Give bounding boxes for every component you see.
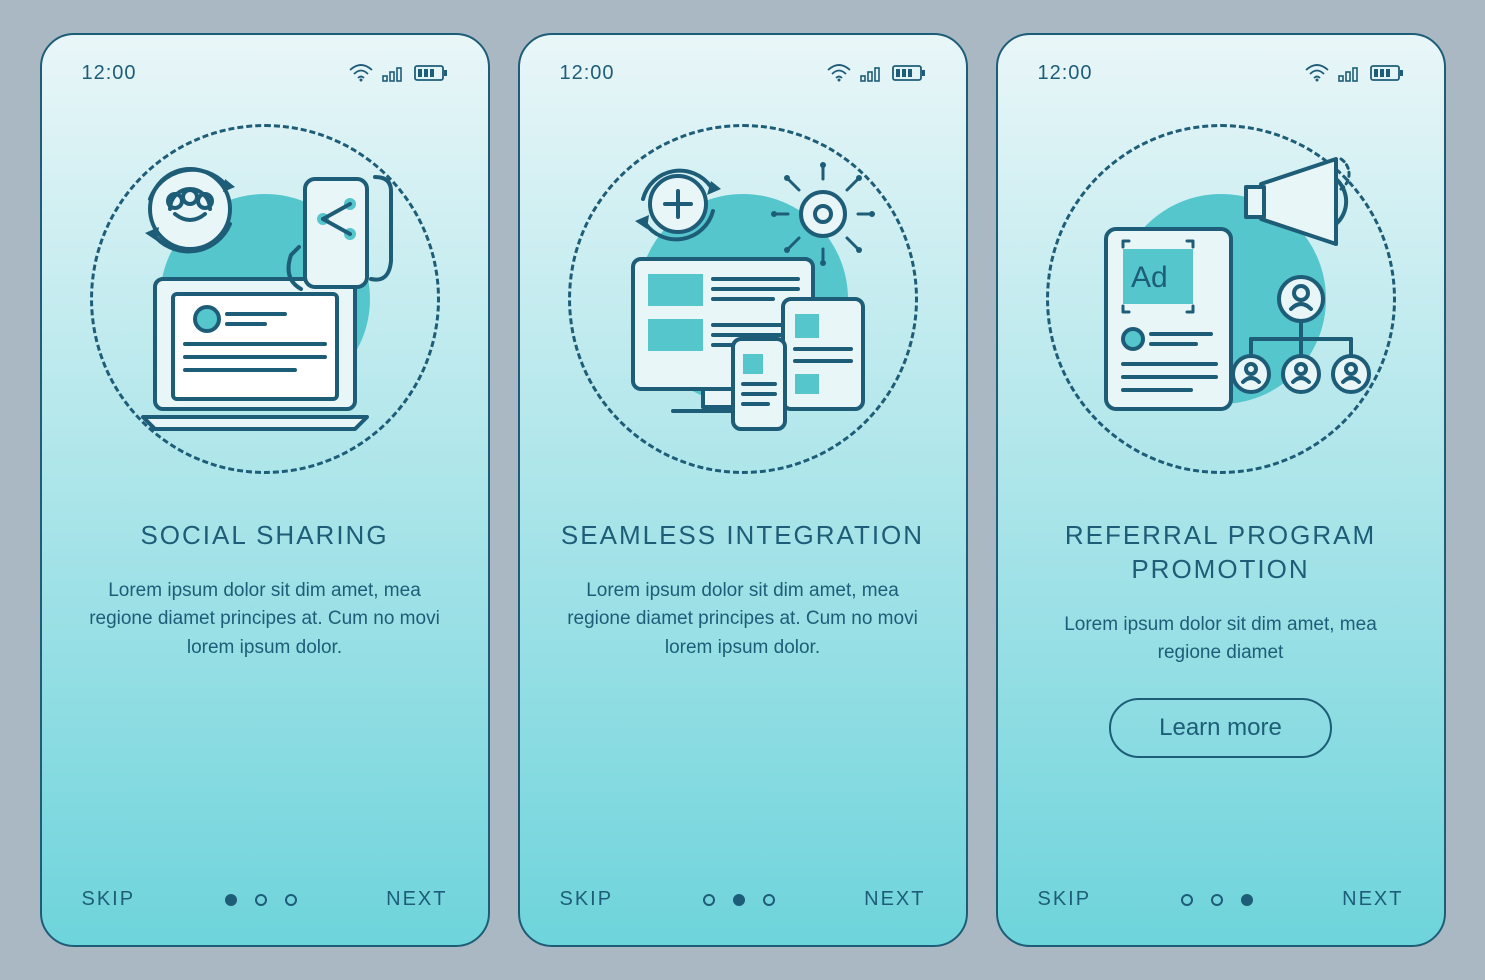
dot-3[interactable] (1241, 894, 1253, 906)
illustration-social-sharing (82, 99, 448, 499)
page-indicator (225, 894, 297, 906)
screen-footer: SKIP NEXT (82, 888, 448, 911)
screen-body: Lorem ipsum dolor sit dim amet, mea regi… (1038, 611, 1404, 668)
dot-2[interactable] (733, 894, 745, 906)
illustration-referral-promotion: Ad (1038, 99, 1404, 499)
battery-icon (1370, 64, 1404, 82)
screen-footer: SKIP NEXT (560, 888, 926, 911)
screen-body: Lorem ipsum dolor sit dim amet, mea regi… (560, 577, 926, 663)
screen-title: Referral program promotion (1038, 519, 1404, 587)
status-time: 12:00 (82, 62, 137, 85)
battery-icon (892, 64, 926, 82)
status-bar: 12:00 (1038, 59, 1404, 87)
dot-1[interactable] (1181, 894, 1193, 906)
status-bar: 12:00 (82, 59, 448, 87)
status-bar: 12:00 (560, 59, 926, 87)
signal-icon (860, 64, 884, 82)
page-indicator (1181, 894, 1253, 906)
screen-title: Seamless integration (560, 519, 926, 553)
dot-3[interactable] (763, 894, 775, 906)
page-indicator (703, 894, 775, 906)
onboarding-screen-3: 12:00 Ad (996, 33, 1446, 947)
dot-1[interactable] (225, 894, 237, 906)
dot-3[interactable] (285, 894, 297, 906)
onboarding-screen-2: 12:00 (518, 33, 968, 947)
skip-button[interactable]: SKIP (82, 888, 136, 911)
wifi-icon (826, 64, 852, 82)
next-button[interactable]: NEXT (864, 888, 925, 911)
wifi-icon (348, 64, 374, 82)
onboarding-screen-1: 12:00 (40, 33, 490, 947)
screen-body: Lorem ipsum dolor sit dim amet, mea regi… (82, 577, 448, 663)
next-button[interactable]: NEXT (1342, 888, 1403, 911)
status-icons (1304, 64, 1404, 82)
screen-title: Social sharing (82, 519, 448, 553)
skip-button[interactable]: SKIP (560, 888, 614, 911)
learn-more-button[interactable]: Learn more (1109, 698, 1332, 758)
status-icons (826, 64, 926, 82)
svg-text:Ad: Ad (1131, 261, 1168, 294)
screen-footer: SKIP NEXT (1038, 888, 1404, 911)
dot-2[interactable] (255, 894, 267, 906)
wifi-icon (1304, 64, 1330, 82)
signal-icon (382, 64, 406, 82)
dot-2[interactable] (1211, 894, 1223, 906)
skip-button[interactable]: SKIP (1038, 888, 1092, 911)
signal-icon (1338, 64, 1362, 82)
next-button[interactable]: NEXT (386, 888, 447, 911)
status-time: 12:00 (560, 62, 615, 85)
battery-icon (414, 64, 448, 82)
illustration-seamless-integration (560, 99, 926, 499)
status-icons (348, 64, 448, 82)
status-time: 12:00 (1038, 62, 1093, 85)
dot-1[interactable] (703, 894, 715, 906)
